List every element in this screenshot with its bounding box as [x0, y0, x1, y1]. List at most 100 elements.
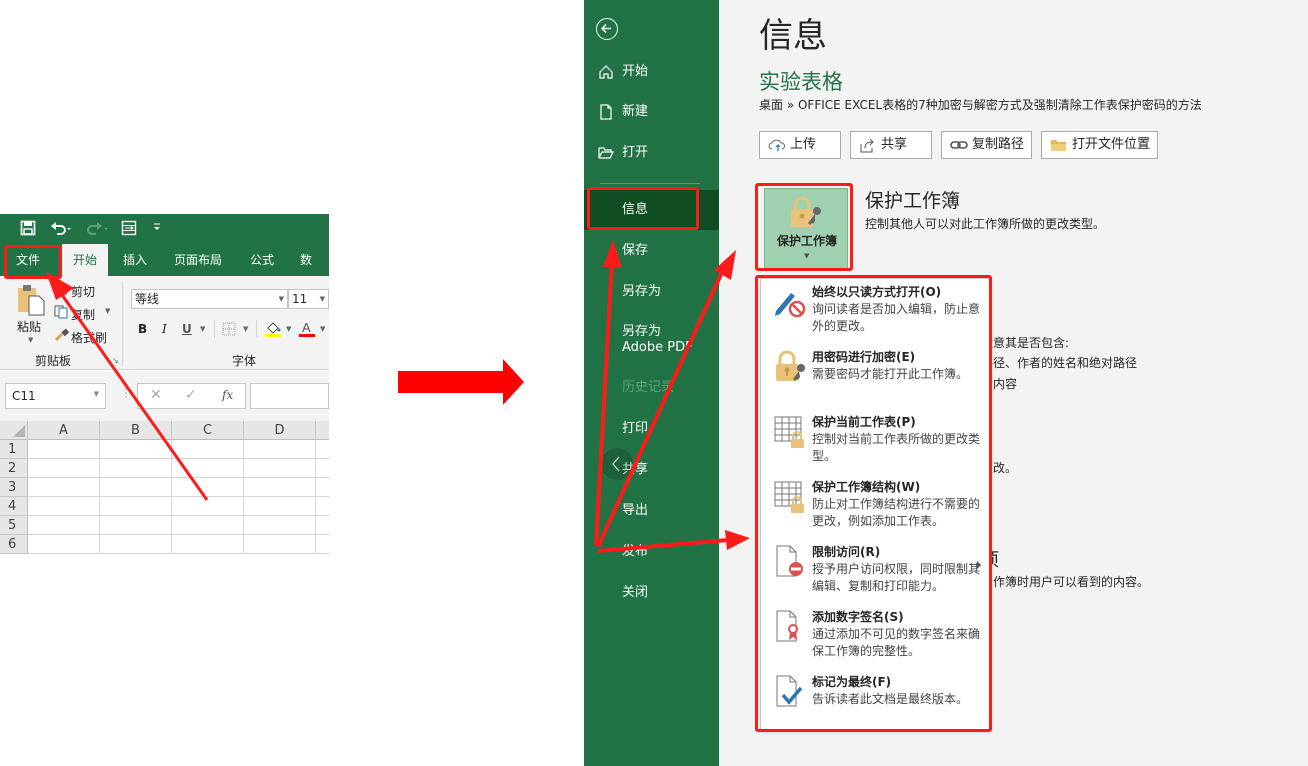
open-file-location-button[interactable]: 打开文件位置 [1041, 131, 1158, 159]
format-painter-button[interactable]: 格式刷 [71, 329, 107, 346]
tab-file[interactable]: 文件 [8, 244, 48, 276]
collapse-nav-button[interactable] [601, 448, 633, 480]
folder-icon [1051, 140, 1066, 151]
menu-item-mark-as-final[interactable]: 标记为最终(F) 告诉读者此文档是最终版本。 [761, 671, 989, 735]
font-size-select[interactable]: 11 ▼ [288, 289, 329, 309]
italic-button[interactable]: I [162, 322, 167, 336]
row-header[interactable]: 6 [0, 535, 28, 554]
grid-line [28, 553, 329, 554]
copy-button[interactable]: 复制 [71, 306, 95, 323]
splitter-dots[interactable]: ⋮ [120, 386, 132, 400]
row-header[interactable]: 4 [0, 497, 28, 516]
row-header[interactable]: 5 [0, 516, 28, 535]
share-icon [860, 138, 874, 153]
copy-path-label: 复制路径 [972, 137, 1025, 152]
font-color-icon[interactable]: A [298, 320, 316, 341]
nav-item-new[interactable]: 新建 [584, 92, 719, 132]
formula-input[interactable] [250, 383, 329, 409]
nav-item-save-as[interactable]: 另存为 [584, 272, 719, 312]
enter-icon[interactable]: ✓ [185, 387, 197, 403]
tab-home[interactable]: 开始 [62, 244, 108, 276]
clipboard-launcher-icon[interactable]: ↘ [112, 356, 119, 365]
row-header[interactable]: 3 [0, 478, 28, 497]
menu-item-always-open-read-only[interactable]: 始终以只读方式打开(O) 询问读者是否加入编辑，防止意外的更改。 [761, 281, 989, 345]
menu-item-protect-current-sheet[interactable]: 保护当前工作表(P) 控制对当前工作表所做的更改类型。 [761, 411, 989, 475]
upload-button[interactable]: 上传 [759, 131, 841, 159]
grid-line [99, 440, 100, 554]
back-arrow-icon[interactable] [596, 18, 618, 40]
column-header[interactable]: A [28, 421, 100, 440]
lock-key-icon [791, 197, 821, 227]
insert-function-icon[interactable]: fx [222, 388, 233, 402]
form-icon[interactable] [121, 220, 137, 241]
borders-dropdown-icon[interactable]: ▼ [243, 325, 248, 333]
formula-bar: C11 ▼ ⋮ ✕ ✓ fx [0, 371, 329, 421]
menu-item-encrypt-with-password[interactable]: 用密码进行加密(E) 需要密码才能打开此工作簿。 [761, 346, 989, 410]
menu-item-description: 控制对当前工作表所做的更改类型。 [812, 432, 981, 463]
underline-dropdown-icon[interactable]: ▼ [200, 325, 205, 333]
column-header[interactable]: C [172, 421, 244, 440]
copy-dropdown-icon[interactable]: ▼ [105, 307, 110, 315]
font-color-dropdown-icon[interactable]: ▼ [320, 325, 325, 333]
redo-icon [85, 220, 109, 241]
paste-icon[interactable] [16, 284, 46, 319]
nav-item-save[interactable]: 保存 [584, 231, 719, 271]
document-path-breadcrumb: 桌面 » OFFICE EXCEL表格的7种加密与解密方式及强制清除工作表保护密… [759, 98, 1202, 112]
nav-item-print[interactable]: 打印 [584, 409, 719, 449]
cancel-icon[interactable]: ✕ [150, 387, 162, 403]
tab-formulas[interactable]: 公式 [242, 244, 282, 276]
ribbon-home: 粘贴 ▼ 剪切 复制 ▼ 格式刷 剪贴板 ↘ 等线 ▼ 11 ▼ B I U ▼ [0, 276, 329, 370]
tab-insert[interactable]: 插入 [115, 244, 155, 276]
spreadsheet-grid[interactable]: A B C D 1 2 3 4 5 6 [0, 421, 329, 554]
select-all-corner[interactable] [0, 421, 28, 440]
save-icon[interactable] [20, 220, 36, 241]
nav-item-close[interactable]: 关闭 [584, 573, 719, 613]
new-document-icon [600, 104, 612, 120]
tab-page-layout[interactable]: 页面布局 [166, 244, 230, 276]
row-header[interactable]: 2 [0, 459, 28, 478]
tab-data[interactable]: 数据 [292, 244, 329, 299]
row-header[interactable]: 1 [0, 440, 28, 459]
paste-button[interactable]: 粘贴 [17, 318, 41, 335]
menu-item-add-digital-signature[interactable]: 添加数字签名(S) 通过添加不可见的数字签名来确保工作簿的完整性。 [761, 606, 989, 670]
cut-button[interactable]: 剪切 [71, 283, 95, 300]
clipboard-group-label: 剪贴板 [35, 354, 72, 368]
nav-item-open[interactable]: 打开 [584, 133, 719, 173]
grid-line [171, 440, 172, 554]
undo-icon[interactable] [50, 220, 74, 241]
menu-item-title: 用密码进行加密(E) [812, 350, 916, 364]
quick-access-toolbar [0, 214, 329, 244]
customize-qat-icon[interactable] [153, 220, 161, 239]
protect-workbook-menu: 始终以只读方式打开(O) 询问读者是否加入编辑，防止意外的更改。 用密码进行加密… [760, 278, 990, 730]
menu-item-description: 告诉读者此文档是最终版本。 [812, 692, 969, 706]
borders-icon[interactable] [222, 322, 236, 339]
bold-button[interactable]: B [138, 322, 147, 336]
nav-item-home[interactable]: 开始 [584, 52, 719, 92]
grid-line [28, 458, 329, 459]
fill-color-dropdown-icon[interactable]: ▼ [286, 325, 291, 333]
protect-workbook-button[interactable]: 保护工作簿 ▼ [764, 188, 848, 270]
name-box[interactable]: C11 ▼ [5, 383, 106, 409]
column-header[interactable] [316, 421, 329, 440]
fill-color-icon[interactable] [264, 320, 282, 341]
nav-item-publish[interactable]: 发布 [584, 532, 719, 572]
font-name-select[interactable]: 等线 ▼ [131, 289, 288, 309]
column-header[interactable]: B [100, 421, 172, 440]
nav-item-export[interactable]: 导出 [584, 491, 719, 531]
menu-item-title: 始终以只读方式打开(O) [812, 285, 942, 299]
share-button[interactable]: 共享 [850, 131, 932, 159]
copy-path-button[interactable]: 复制路径 [941, 131, 1032, 159]
nav-label: 打开 [622, 145, 649, 160]
underline-button[interactable]: U [182, 322, 192, 336]
menu-item-restrict-access[interactable]: 限制访问(R) 授予用户访问权限，同时限制其编辑、复制和打印能力。 [761, 541, 989, 605]
column-header[interactable]: D [244, 421, 316, 440]
nav-item-save-as-pdf[interactable]: 另存为 Adobe PDF [584, 324, 702, 358]
inspect-text-fragment: 路径、作者的姓名和绝对路径 [981, 356, 1138, 370]
group-divider [122, 282, 123, 366]
backstage-info-pane: 信息 实验表格 桌面 » OFFICE EXCEL表格的7种加密与解密方式及强制… [719, 0, 1308, 766]
menu-item-description: 防止对工作簿结构进行不需要的更改，例如添加工作表。 [812, 497, 981, 528]
nav-item-info[interactable]: 信息 [584, 190, 719, 230]
menu-item-protect-workbook-structure[interactable]: 保护工作簿结构(W) 防止对工作簿结构进行不需要的更改，例如添加工作表。 [761, 476, 989, 540]
paste-dropdown-icon[interactable]: ▼ [28, 336, 33, 344]
big-right-arrow [398, 359, 524, 405]
